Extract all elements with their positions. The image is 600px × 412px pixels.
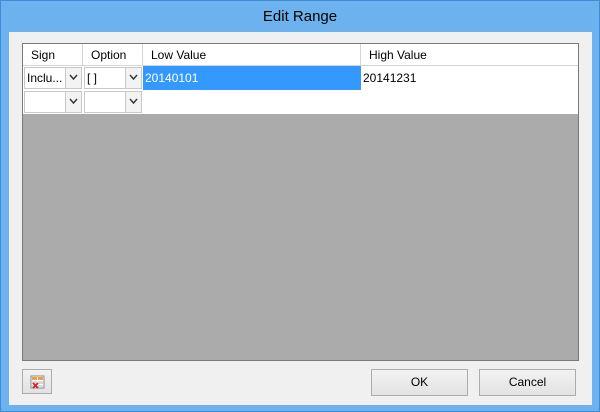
chevron-down-icon[interactable] (125, 68, 141, 88)
column-header-option[interactable]: Option (83, 44, 143, 66)
chevron-down-icon[interactable] (65, 92, 81, 112)
sign-combo[interactable] (24, 91, 82, 113)
chevron-down-icon[interactable] (65, 68, 81, 88)
high-value-cell[interactable]: 20141231 (361, 66, 578, 90)
grid-header: Sign Option Low Value High Value (23, 44, 578, 66)
range-grid[interactable]: Sign Option Low Value High Value Inclu..… (22, 43, 579, 361)
low-value-cell[interactable]: 20140101 (143, 66, 361, 90)
column-header-sign[interactable]: Sign (23, 44, 83, 66)
multiple-selection-button[interactable] (22, 369, 52, 394)
column-header-high-value[interactable]: High Value (361, 44, 578, 66)
high-value-cell[interactable] (361, 90, 578, 114)
ok-button[interactable]: OK (371, 369, 468, 396)
column-header-low-value[interactable]: Low Value (143, 44, 361, 66)
chevron-down-icon[interactable] (125, 92, 141, 112)
option-combo[interactable]: [ ] (84, 67, 142, 89)
multiple-selection-icon (30, 375, 45, 389)
window-title: Edit Range (262, 8, 338, 25)
sign-combo[interactable]: Inclu... (24, 67, 82, 89)
table-row (23, 90, 578, 114)
option-combo[interactable] (84, 91, 142, 113)
sign-value: Inclu... (27, 71, 63, 85)
cancel-button[interactable]: Cancel (479, 369, 576, 396)
dialog-body: Sign Option Low Value High Value Inclu..… (9, 32, 592, 405)
option-value: [ ] (87, 71, 98, 85)
edit-range-dialog: Edit Range Sign Option Low Value High Va… (0, 0, 600, 412)
low-value-cell[interactable] (143, 90, 361, 114)
table-row: Inclu... [ ] 20140101 20141231 (23, 66, 578, 90)
